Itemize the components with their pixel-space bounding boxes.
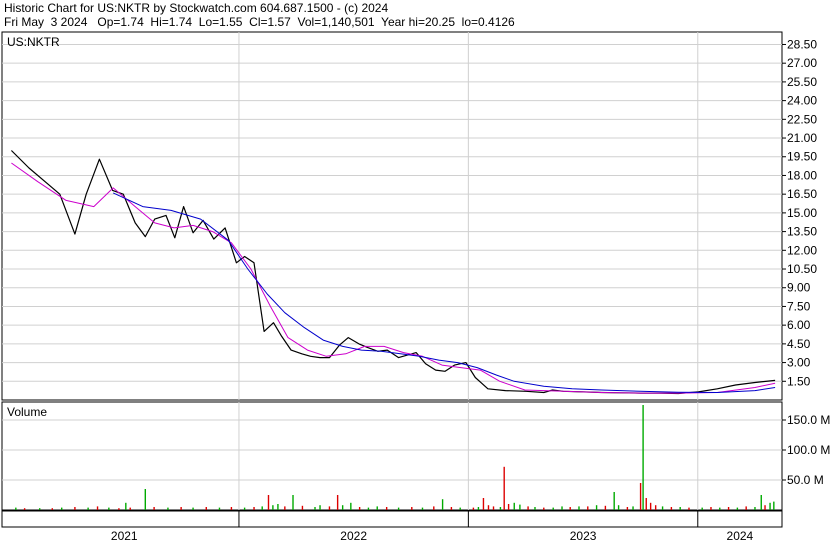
price-tick-label: 27.00 xyxy=(787,56,817,70)
stock-chart-svg: 28.50 27.00 25.50 24.00 22.50 21.00 19.50 18.00… xyxy=(1,31,830,543)
price-tick-label: 22.50 xyxy=(787,112,817,126)
price-tick-label: 19.50 xyxy=(787,150,817,164)
price-tick-label: 18.00 xyxy=(787,168,817,182)
price-tick-label: 25.50 xyxy=(787,75,817,89)
year-label: 2023 xyxy=(570,529,597,543)
price-tick-label: 4.50 xyxy=(787,337,811,351)
price-tick-label: 6.00 xyxy=(787,318,811,332)
price-tick-label: 12.00 xyxy=(787,243,817,257)
price-tick-label: 28.50 xyxy=(787,37,817,51)
price-tick-label: 1.50 xyxy=(787,374,811,388)
year-label: 2022 xyxy=(340,529,367,543)
chart-stage: Historic Chart for US:NKTR by Stockwatch… xyxy=(0,0,830,543)
price-tick-label: 7.50 xyxy=(787,299,811,313)
volume-panel-frame xyxy=(1,401,783,511)
price-tick-label: 10.50 xyxy=(787,262,817,276)
volume-panel-title: Volume xyxy=(7,405,47,419)
price-tick-label: 24.00 xyxy=(787,94,817,108)
price-tick-label: 13.50 xyxy=(787,225,817,239)
year-axis-frame xyxy=(1,510,783,528)
price-tick-label: 15.00 xyxy=(787,206,817,220)
volume-tick-label: 150.0 M xyxy=(787,413,830,427)
price-tick-label: 21.00 xyxy=(787,131,817,145)
price-tick-label: 9.00 xyxy=(787,281,811,295)
price-panel-title: US:NKTR xyxy=(7,35,60,49)
volume-tick-label: 100.0 M xyxy=(787,443,830,457)
price-tick-label: 3.00 xyxy=(787,356,811,370)
price-panel-frame xyxy=(1,31,783,401)
year-label: 2021 xyxy=(111,529,138,543)
volume-tick-label: 50.0 M xyxy=(787,473,824,487)
year-label: 2024 xyxy=(727,529,754,543)
price-tick-label: 16.50 xyxy=(787,187,817,201)
